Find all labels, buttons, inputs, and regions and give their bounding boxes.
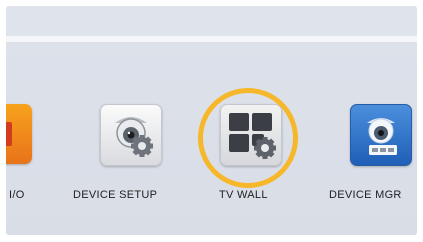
top-band: [6, 6, 417, 36]
tv-wall-label: TV WALL: [219, 189, 268, 201]
device-mgr-label: DEVICE MGR: [329, 189, 402, 201]
io-button[interactable]: [6, 104, 32, 164]
device-setup-label: DEVICE SETUP: [73, 189, 158, 201]
video-wall-gear-icon: [229, 113, 276, 159]
device-setup-button[interactable]: [100, 104, 162, 166]
device-mgr-button[interactable]: [350, 104, 412, 166]
app-window: I/O DEVICE SETUP TV WALL DEVICE MGR: [6, 6, 417, 235]
tv-wall-button[interactable]: [220, 104, 282, 166]
io-label: I/O: [9, 189, 25, 201]
camera-gear-icon: [115, 117, 153, 157]
io-icon: [6, 122, 12, 146]
camera-manager-icon: [367, 118, 397, 155]
